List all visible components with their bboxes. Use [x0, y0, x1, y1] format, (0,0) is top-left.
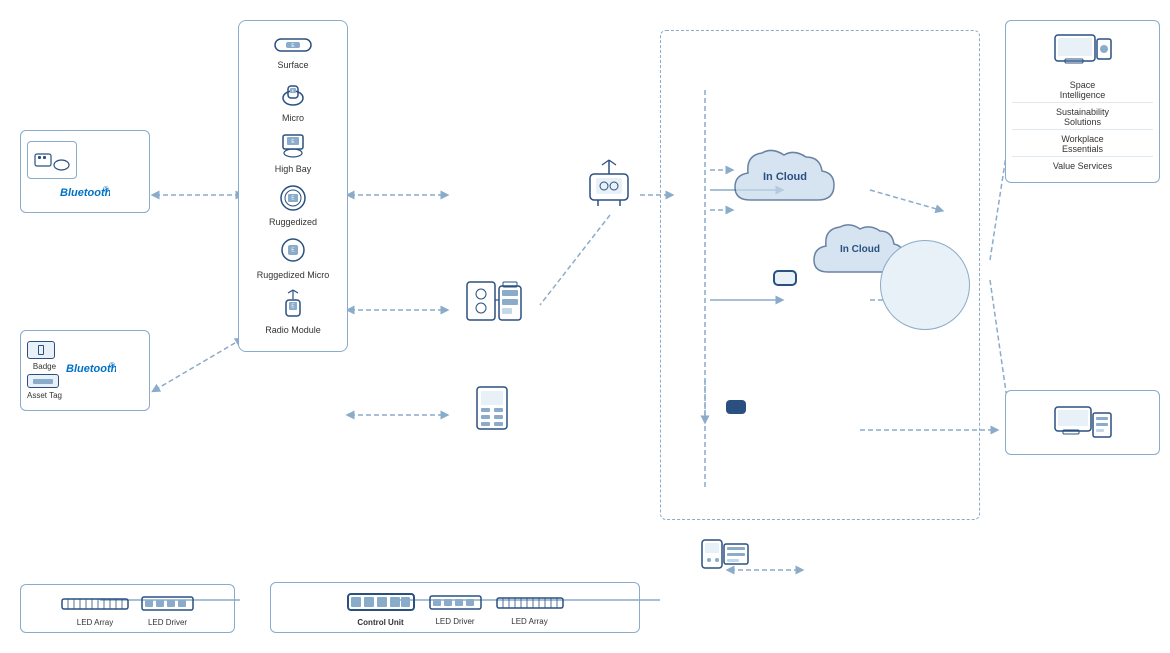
on-prem-manage — [730, 270, 840, 293]
open-ecosystem-right-box — [1005, 390, 1160, 455]
sensor-ruggedized: E Ruggedized — [243, 182, 343, 227]
sensor-ruggedized-micro: E Ruggedized Micro — [243, 235, 343, 280]
tags-box: Badge Asset Tag Bluetooth ® — [20, 330, 150, 411]
open-ecosystem-box: Bluetooth ® — [20, 130, 150, 213]
enlighted-item-2: Workplace Essentials — [1012, 132, 1153, 157]
in-cloud-top: In Cloud — [730, 145, 840, 215]
sensor-micro: E Micro — [243, 78, 343, 123]
svg-text:In Cloud: In Cloud — [840, 244, 880, 255]
enlighted-solutions-box: Space Intelligence Sustainability Soluti… — [1005, 20, 1160, 183]
enlighted-item-3: Value Services — [1012, 159, 1153, 173]
enlighted-item-0: Space Intelligence — [1012, 78, 1153, 103]
sensor-highbay-label: High Bay — [243, 164, 343, 174]
sensor-ruggedized-micro-label: Ruggedized Micro — [243, 270, 343, 280]
sensors-group: E Surface E Micro E High Bay — [238, 20, 348, 352]
diagram: Bluetooth ® Badge Asset Tag — [0, 0, 1170, 653]
enlighted-item-1: Sustainability Solutions — [1012, 105, 1153, 130]
sensor-radio-module: E Radio Module — [243, 288, 343, 335]
workspace-platform — [880, 240, 970, 330]
sensor-micro-label: Micro — [243, 113, 343, 123]
edge-gateway-box — [726, 400, 746, 422]
sensor-highbay: E High Bay — [243, 131, 343, 174]
svg-text:®: ® — [109, 361, 115, 370]
light-fixture-right: Control Unit LED Driver — [270, 582, 640, 633]
sensor-surface-label: Surface — [243, 60, 343, 70]
sensor-surface: E Surface — [243, 33, 343, 70]
svg-text:E: E — [292, 88, 295, 93]
sensor-radio-module-label: Radio Module — [243, 325, 343, 335]
gateway-device — [582, 158, 637, 218]
light-fixture-left: LED Array LED Driver — [20, 584, 235, 633]
room-control — [472, 385, 512, 440]
svg-text:®: ® — [103, 185, 109, 194]
arrows-svg — [0, 0, 1170, 653]
plug-load-controller — [465, 278, 525, 333]
on-prem-integrations — [700, 530, 900, 572]
sensor-ruggedized-label: Ruggedized — [243, 217, 343, 227]
svg-text:In Cloud: In Cloud — [763, 171, 807, 183]
